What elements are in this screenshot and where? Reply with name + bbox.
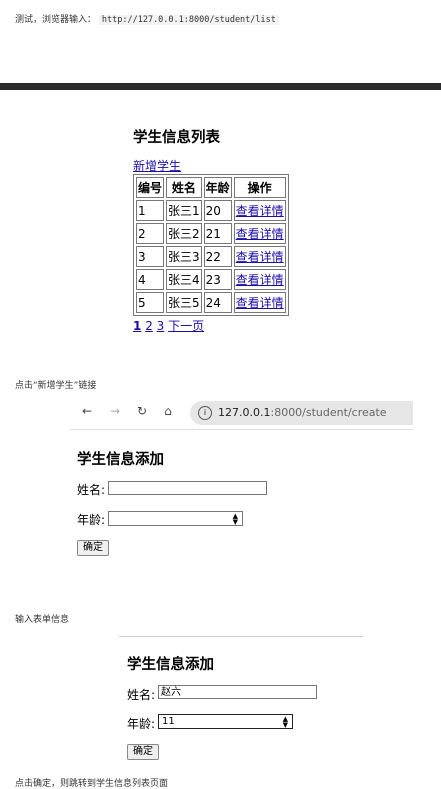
view-detail-link[interactable]: 查看详情 — [236, 250, 284, 264]
cell-id: 4 — [136, 269, 165, 290]
age-input[interactable]: ▲ ▼ — [108, 511, 243, 526]
cell-name: 张三4 — [166, 269, 202, 290]
name-input[interactable] — [108, 481, 267, 495]
cell-action: 查看详情 — [233, 200, 286, 221]
cell-name: 张三3 — [166, 246, 202, 267]
cell-action: 查看详情 — [233, 223, 286, 244]
cell-name: 张三2 — [166, 223, 202, 244]
view-detail-link[interactable]: 查看详情 — [236, 273, 284, 287]
table-row: 1 张三1 20 查看详情 — [136, 200, 286, 221]
url-host: 127.0.0.1 — [218, 406, 271, 419]
table-row: 2 张三2 21 查看详情 — [136, 223, 286, 244]
name-input[interactable]: 赵六 — [158, 685, 317, 699]
info-icon[interactable]: i — [198, 406, 212, 420]
col-header-age: 年龄 — [203, 177, 232, 198]
submit-button[interactable]: 确定 — [77, 540, 109, 556]
home-icon[interactable]: ⌂ — [161, 404, 175, 418]
table-row: 5 张三5 24 查看详情 — [136, 292, 286, 313]
cell-id: 3 — [136, 246, 165, 267]
page-title: 学生信息列表 — [133, 130, 220, 146]
spinner-arrows-icon[interactable]: ▲ ▼ — [283, 715, 288, 729]
fill-form-note: 输入表单信息 — [15, 615, 70, 625]
page-1-link[interactable]: 1 — [133, 319, 141, 333]
student-table: 编号 姓名 年龄 操作 1 张三1 20 查看详情 2 张三2 21 查看详情 … — [133, 174, 289, 316]
table-row: 3 张三3 22 查看详情 — [136, 246, 286, 267]
create-page-title: 学生信息添加 — [77, 452, 164, 468]
cell-age: 22 — [203, 246, 232, 267]
test-instruction: 测试，浏览器输入： http://127.0.0.1:8000/student/… — [15, 12, 279, 25]
create-page-title: 学生信息添加 — [127, 657, 214, 673]
cell-name: 张三5 — [166, 292, 202, 313]
col-header-name: 姓名 — [166, 177, 202, 198]
cell-id: 5 — [136, 292, 165, 313]
divider — [119, 636, 363, 637]
back-icon[interactable]: ← — [80, 404, 94, 418]
cell-id: 2 — [136, 223, 165, 244]
cell-age: 24 — [203, 292, 232, 313]
col-header-id: 编号 — [136, 177, 165, 198]
table-header-row: 编号 姓名 年龄 操作 — [136, 177, 286, 198]
view-detail-link[interactable]: 查看详情 — [236, 296, 284, 310]
test-url: http://127.0.0.1:8000/student/list — [98, 15, 279, 25]
cell-age: 21 — [203, 223, 232, 244]
url-path: :8000/student/create — [270, 406, 387, 419]
browser-frame-divider — [0, 83, 441, 90]
test-instruction-text: 测试，浏览器输入： — [15, 15, 97, 25]
forward-icon[interactable]: → — [108, 404, 122, 418]
age-input[interactable]: 11 ▲ ▼ — [158, 714, 293, 729]
cell-action: 查看详情 — [233, 292, 286, 313]
view-detail-link[interactable]: 查看详情 — [236, 204, 284, 218]
col-header-action: 操作 — [233, 177, 286, 198]
spinner-arrows-icon[interactable]: ▲ ▼ — [233, 512, 238, 526]
view-detail-link[interactable]: 查看详情 — [236, 227, 284, 241]
cell-action: 查看详情 — [233, 246, 286, 267]
next-page-link[interactable]: 下一页 — [168, 319, 204, 333]
click-add-note: 点击“新增学生”链接 — [15, 381, 97, 391]
reload-icon[interactable]: ↻ — [135, 404, 149, 418]
name-label: 姓名: — [77, 483, 106, 497]
cell-age: 20 — [203, 200, 232, 221]
add-student-link[interactable]: 新增学生 — [133, 159, 181, 173]
address-bar[interactable]: i 127.0.0.1:8000/student/create — [190, 401, 413, 425]
table-row: 4 张三4 23 查看详情 — [136, 269, 286, 290]
cell-age: 23 — [203, 269, 232, 290]
age-value: 11 — [162, 716, 175, 727]
page-3-link[interactable]: 3 — [157, 319, 165, 333]
cell-name: 张三1 — [166, 200, 202, 221]
name-label: 姓名: — [127, 688, 156, 702]
age-label: 年龄: — [127, 717, 156, 731]
browser-toolbar: ← → ↻ ⌂ i 127.0.0.1:8000/student/create — [70, 397, 413, 430]
submit-button[interactable]: 确定 — [127, 744, 159, 760]
page-2-link[interactable]: 2 — [145, 319, 153, 333]
cell-action: 查看详情 — [233, 269, 286, 290]
age-label: 年龄: — [77, 513, 106, 527]
cell-id: 1 — [136, 200, 165, 221]
pagination: 1 2 3 下一页 — [133, 317, 204, 334]
list-page: 学生信息列表 — [133, 126, 220, 147]
